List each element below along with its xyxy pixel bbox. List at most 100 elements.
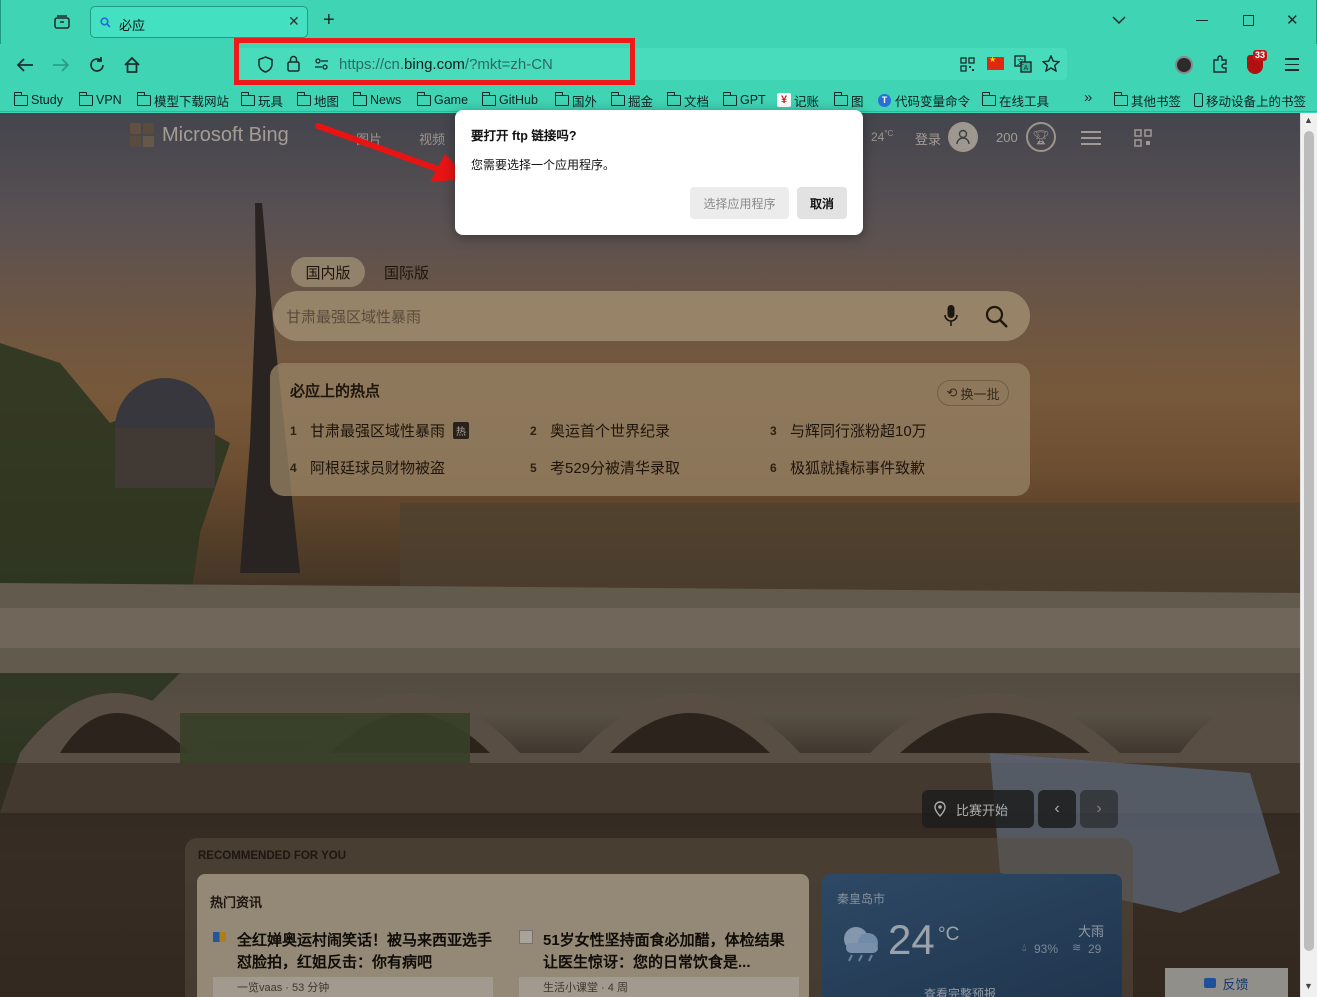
bookmark-label: 记账 xyxy=(794,94,820,109)
minimize-button[interactable] xyxy=(1196,20,1208,21)
folder-icon xyxy=(666,91,681,106)
bookmark-label: 代码变量命令 xyxy=(895,94,971,109)
address-bar[interactable]: https://cn.bing.com/?mkt=zh-CN ★ 文A xyxy=(235,48,1067,80)
url-suffix: /?mkt=zh-CN xyxy=(464,56,553,73)
folder-icon xyxy=(1113,91,1128,106)
url-text[interactable]: https://cn.bing.com/?mkt=zh-CN xyxy=(339,56,553,73)
scroll-up-arrow-icon[interactable]: ▲ xyxy=(1304,115,1313,125)
maximize-button[interactable] xyxy=(1243,15,1254,26)
folder-icon xyxy=(610,91,625,106)
reload-icon[interactable] xyxy=(88,56,106,74)
bookmark-label: News xyxy=(370,93,402,107)
dialog-body: 您需要选择一个应用程序。 xyxy=(471,158,616,172)
bookmark-gpt[interactable]: GPT xyxy=(722,91,766,109)
forward-arrow-icon[interactable] xyxy=(52,57,70,73)
url-prefix: https://cn. xyxy=(339,56,405,73)
close-window-button[interactable]: ✕ xyxy=(1286,11,1299,29)
bookmark-label: 文档 xyxy=(684,94,710,109)
bookmark-label: GPT xyxy=(740,93,766,107)
china-flag-icon[interactable]: ★ xyxy=(987,55,1004,70)
tab-bing[interactable]: 必应 ✕ xyxy=(90,6,308,38)
folder-icon xyxy=(981,91,996,106)
folder-icon xyxy=(416,91,431,106)
bookmarks-overflow-chevron-icon[interactable]: » xyxy=(1084,89,1092,106)
bookmark-study[interactable]: Study xyxy=(13,91,63,109)
bookmark-juejin[interactable]: 掘金 xyxy=(610,91,654,109)
bookmark-accounting[interactable]: ¥ 记账 xyxy=(777,91,819,109)
bookmark-label: 其他书签 xyxy=(1131,94,1182,109)
bookmark-maps[interactable]: 地图 xyxy=(296,91,340,109)
page-scrollbar[interactable]: ▲ ▼ xyxy=(1300,113,1317,997)
bookmark-vpn[interactable]: VPN xyxy=(78,91,122,109)
bookmark-models[interactable]: 模型下载网站 xyxy=(136,91,230,109)
back-arrow-icon[interactable] xyxy=(16,57,34,73)
choose-application-button[interactable]: 选择应用程序 xyxy=(690,187,789,219)
bookmark-mobile[interactable]: 移动设备上的书签 xyxy=(1194,91,1306,109)
new-tab-button[interactable]: + xyxy=(323,9,335,32)
bookmark-label: 玩具 xyxy=(258,94,284,109)
dialog-title: 要打开 ftp 链接吗? xyxy=(471,129,577,143)
tab-bar: 必应 ✕ + ✕ xyxy=(0,0,1317,44)
bookmark-toys[interactable]: 玩具 xyxy=(240,91,284,109)
modal-overlay xyxy=(0,113,1300,997)
star-icon[interactable] xyxy=(1042,55,1060,72)
bookmark-label: 移动设备上的书签 xyxy=(1206,94,1307,109)
bookmark-github[interactable]: GitHub xyxy=(481,91,538,109)
folder-icon xyxy=(722,91,737,106)
extensions-puzzle-icon[interactable] xyxy=(1211,55,1229,73)
bookmark-label: Game xyxy=(434,93,469,107)
folder-icon xyxy=(352,91,367,106)
bookmark-docs[interactable]: 文档 xyxy=(666,91,710,109)
open-link-dialog: 要打开 ftp 链接吗? 您需要选择一个应用程序。 选择应用程序 取消 xyxy=(455,110,863,235)
bookmark-label: 在线工具 xyxy=(999,94,1050,109)
t-icon: T xyxy=(878,93,891,107)
home-icon[interactable] xyxy=(123,56,141,74)
bookmark-images[interactable]: 图 xyxy=(833,91,864,109)
bookmark-foreign[interactable]: 国外 xyxy=(554,91,598,109)
bookmark-news[interactable]: News xyxy=(352,91,402,109)
tab-title: 必应 xyxy=(119,18,146,33)
choose-application-label: 选择应用程序 xyxy=(703,196,776,211)
scroll-thumb[interactable] xyxy=(1304,131,1314,951)
tab-list-chevron-icon[interactable] xyxy=(1112,16,1126,25)
profile-extension-icon[interactable] xyxy=(1175,56,1193,74)
folder-icon xyxy=(554,91,569,106)
scroll-down-arrow-icon[interactable]: ▼ xyxy=(1304,981,1313,991)
url-domain: bing.com xyxy=(404,56,465,73)
bookmark-label: GitHub xyxy=(499,93,538,107)
close-tab-icon[interactable]: ✕ xyxy=(288,13,300,30)
bookmark-label: 国外 xyxy=(572,94,598,109)
navigation-bar: https://cn.bing.com/?mkt=zh-CN ★ 文A 33 xyxy=(0,38,1317,88)
translate-icon[interactable]: 文A xyxy=(1014,55,1032,73)
folder-icon xyxy=(240,91,255,106)
folder-icon xyxy=(833,91,848,106)
bookmark-game[interactable]: Game xyxy=(416,91,469,109)
folder-icon xyxy=(481,91,496,106)
folder-icon xyxy=(13,91,28,106)
bookmark-label: VPN xyxy=(96,93,122,107)
search-icon xyxy=(100,17,111,28)
cancel-label: 取消 xyxy=(809,196,834,211)
shield-icon[interactable] xyxy=(258,56,273,73)
cancel-button[interactable]: 取消 xyxy=(797,187,847,219)
annotation-red-arrow xyxy=(315,123,468,182)
bookmark-online-tools[interactable]: 在线工具 xyxy=(981,91,1050,109)
folder-icon xyxy=(296,91,311,106)
bookmark-label: 图 xyxy=(851,94,864,109)
lock-icon[interactable] xyxy=(287,55,300,72)
svg-text:A: A xyxy=(1024,65,1029,72)
bookmark-label: 模型下载网站 xyxy=(154,94,230,109)
folder-icon xyxy=(78,91,93,106)
bookmark-other[interactable]: 其他书签 xyxy=(1113,91,1182,109)
menu-hamburger-icon[interactable] xyxy=(1285,58,1299,71)
bookmark-code-vars[interactable]: T 代码变量命令 xyxy=(878,91,970,109)
bookmark-label: 地图 xyxy=(314,94,340,109)
tab-overview-button[interactable] xyxy=(51,11,73,33)
permissions-icon[interactable] xyxy=(314,58,329,70)
qr-code-icon[interactable] xyxy=(960,57,975,72)
folder-icon xyxy=(136,91,151,106)
tab-overview-icon xyxy=(54,15,70,29)
mobile-icon xyxy=(1194,93,1203,107)
yen-icon: ¥ xyxy=(777,93,791,107)
bookmark-label: 掘金 xyxy=(628,94,654,109)
